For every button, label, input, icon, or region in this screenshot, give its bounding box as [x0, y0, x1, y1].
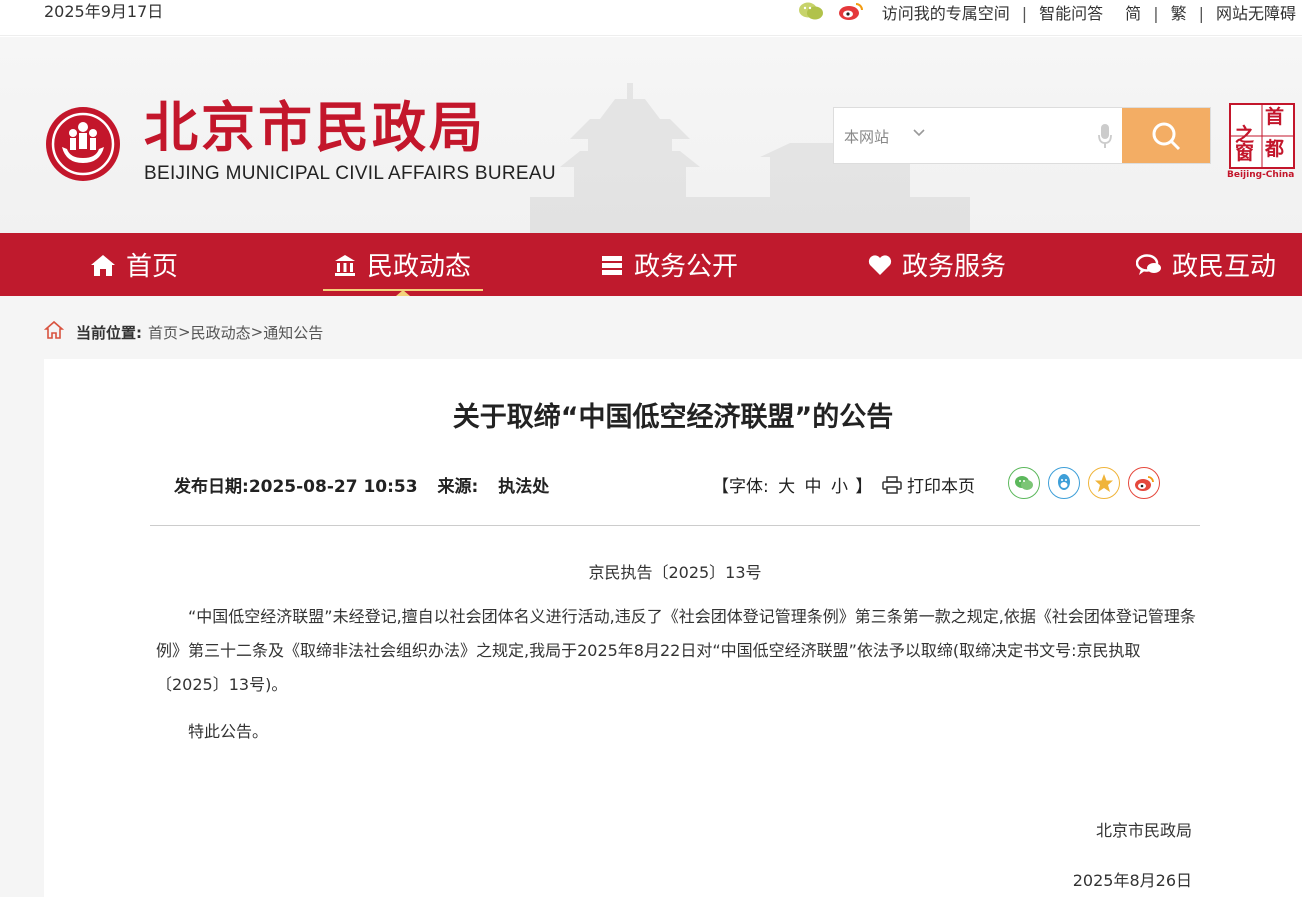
print-label: 打印本页 — [907, 477, 975, 497]
nav-label: 政民互动 — [1172, 252, 1277, 282]
divider — [150, 525, 1200, 526]
nav-interaction[interactable]: 政民互动 — [1136, 233, 1276, 296]
font-size-small[interactable]: 小 — [831, 477, 848, 497]
print-button[interactable]: 打印本页 — [882, 472, 975, 497]
signature: 北京市民政局 — [1095, 821, 1192, 840]
wechat-icon[interactable] — [798, 1, 824, 27]
source-label: 来源: — [437, 477, 479, 497]
badge-char: 窗 — [1235, 142, 1255, 164]
search-box: 本网站 — [833, 107, 1211, 164]
breadcrumb-separator: > — [178, 323, 191, 341]
breadcrumb: 当前位置: 首页 > 民政动态 > 通知公告 — [43, 320, 323, 344]
weibo-icon[interactable] — [838, 1, 864, 27]
nav-news[interactable]: 民政动态 — [322, 233, 484, 296]
badge-char: 首 — [1265, 106, 1285, 128]
nav-home[interactable]: 首页 — [90, 233, 178, 296]
font-size-big[interactable]: 大 — [778, 477, 795, 497]
current-date: 2025年9月17日 — [44, 2, 164, 21]
site-title-cn: 北京市民政局 — [144, 95, 486, 159]
nav-label: 民政动态 — [367, 252, 472, 282]
nav-label: 政务公开 — [634, 252, 739, 282]
top-links: 访问我的专属空间 | 智能问答 简 | 繁 | 网站无障碍 — [798, 1, 1296, 27]
font-label-close: 】 — [855, 477, 873, 497]
search-button[interactable] — [1122, 108, 1210, 163]
main-nav: 首页 民政动态 政务公开 政务服务 政民互动 — [0, 233, 1302, 296]
nav-label: 首页 — [126, 252, 179, 282]
traditional-link[interactable]: 繁 — [1171, 3, 1187, 25]
article: 关于取缔“中国低空经济联盟”的公告 发布日期:2025-08-27 10:53 … — [44, 359, 1302, 897]
search-scope-select[interactable]: 本网站 — [844, 126, 889, 147]
font-size-switcher: 【字体: 大 中 小 】 — [712, 472, 872, 497]
home-icon — [90, 253, 116, 277]
article-meta: 发布日期:2025-08-27 10:53 来源: 执法处 — [174, 472, 549, 497]
separator: | — [1153, 4, 1159, 23]
nav-gov-services[interactable]: 政务服务 — [868, 233, 1006, 296]
site-title-en: BEIJING MUNICIPAL CIVIL AFFAIRS BUREAU — [144, 163, 556, 184]
weibo-icon[interactable] — [1128, 467, 1160, 499]
chevron-down-icon[interactable] — [912, 122, 926, 146]
badge-char: 都 — [1265, 138, 1285, 160]
breadcrumb-label: 当前位置: — [76, 323, 142, 342]
signature-date: 2025年8月26日 — [1072, 871, 1192, 890]
share-bar — [1008, 467, 1168, 499]
nav-gov-affairs[interactable]: 政务公开 — [600, 233, 738, 296]
breadcrumb-separator: > — [250, 323, 264, 341]
search-icon — [1152, 122, 1181, 150]
chat-icon — [1136, 253, 1162, 277]
site-header: 北京市民政局 BEIJING MUNICIPAL CIVIL AFFAIRS B… — [0, 37, 1302, 233]
article-body: “中国低空经济联盟”未经登记,擅自以社会团体名义进行活动,违反了《社会团体登记管… — [156, 607, 1196, 694]
personal-space-link[interactable]: 访问我的专属空间 — [882, 3, 1010, 25]
qzone-icon[interactable] — [1088, 467, 1120, 499]
building-icon — [333, 253, 357, 277]
article-closing: 特此公告。 — [188, 722, 269, 741]
badge-caption: Beijing-China — [1227, 170, 1295, 180]
simplified-link[interactable]: 简 — [1125, 3, 1141, 25]
breadcrumb-notices[interactable]: 通知公告 — [263, 322, 323, 343]
microphone-icon[interactable] — [1096, 122, 1114, 154]
capital-window-badge[interactable]: 之 首 窗 都 Beijing-China — [1227, 103, 1297, 183]
accessibility-link[interactable]: 网站无障碍 — [1216, 3, 1296, 25]
font-label-open: 【字体: — [712, 477, 769, 497]
source-value: 执法处 — [498, 477, 550, 497]
breadcrumb-home[interactable]: 首页 — [148, 322, 178, 343]
wechat-icon[interactable] — [1008, 467, 1040, 499]
qq-icon[interactable] — [1048, 467, 1080, 499]
breadcrumb-news[interactable]: 民政动态 — [191, 322, 251, 343]
heart-icon — [868, 254, 892, 276]
book-icon — [600, 253, 624, 277]
smart-qa-link[interactable]: 智能问答 — [1039, 3, 1103, 25]
top-bar: 2025年9月17日 访问我的专属空间 | 智能问答 简 | 繁 | 网站无障碍 — [0, 0, 1302, 36]
nav-label: 政务服务 — [902, 252, 1007, 282]
document-number: 京民执告〔2025〕13号 — [588, 563, 762, 582]
publish-date: 2025-08-27 10:53 — [248, 477, 418, 497]
civil-affairs-emblem-icon — [46, 107, 120, 181]
publish-label: 发布日期: — [174, 477, 249, 497]
separator: | — [1021, 4, 1028, 23]
separator: | — [1198, 4, 1204, 23]
font-size-medium[interactable]: 中 — [805, 477, 822, 497]
home-outline-icon — [43, 320, 65, 344]
article-title: 关于取缔“中国低空经济联盟”的公告 — [452, 402, 894, 433]
printer-icon — [882, 475, 902, 494]
